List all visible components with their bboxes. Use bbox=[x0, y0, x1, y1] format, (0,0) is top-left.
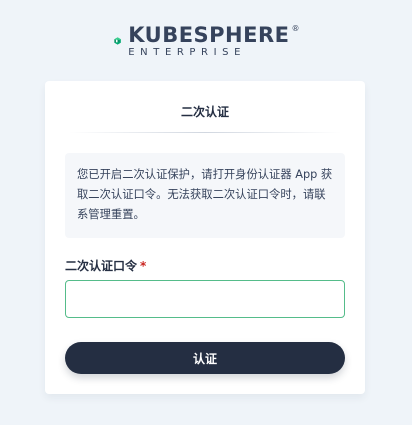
auth-code-label-text: 二次认证口令 bbox=[65, 259, 138, 273]
brand-logo: KUBESPHERE ® ENTERPRISE bbox=[114, 22, 300, 60]
two-factor-auth-card: 二次认证 您已开启二次认证保护，请打开身份认证器 App 获取二次认证口令。无法… bbox=[45, 81, 365, 394]
kubesphere-logo-icon bbox=[114, 37, 121, 45]
brand-name: KUBESPHERE ® bbox=[128, 24, 300, 46]
title-divider bbox=[69, 132, 341, 133]
auth-notice: 您已开启二次认证保护，请打开身份认证器 App 获取二次认证口令。无法获取二次认… bbox=[65, 153, 345, 238]
card-title: 二次认证 bbox=[180, 105, 229, 119]
required-mark: * bbox=[140, 259, 147, 273]
registered-mark: ® bbox=[291, 23, 300, 33]
brand-name-text: KUBESPHERE bbox=[128, 22, 290, 47]
brand-edition: ENTERPRISE bbox=[128, 46, 247, 58]
auth-code-input[interactable] bbox=[65, 280, 345, 318]
authenticate-button[interactable]: 认证 bbox=[65, 342, 345, 374]
auth-code-label: 二次认证口令 * bbox=[65, 257, 146, 274]
